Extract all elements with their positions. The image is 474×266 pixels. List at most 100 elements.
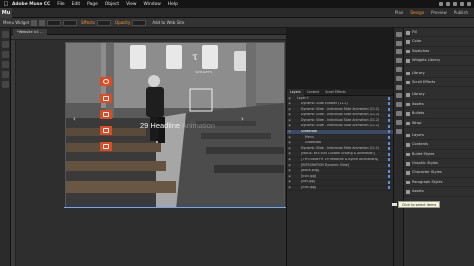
wrap-icon[interactable]	[396, 110, 402, 116]
rectangle-tool-icon[interactable]	[2, 61, 9, 68]
slides-icon[interactable]	[100, 142, 112, 151]
visibility-eye-icon[interactable]: ◉	[287, 174, 292, 179]
widgets-icon[interactable]	[396, 58, 402, 64]
menu-app-name[interactable]: Adobe Muse CC	[12, 2, 50, 7]
swatches-icon[interactable]	[396, 49, 402, 55]
menu-window[interactable]: Window	[144, 2, 161, 7]
menu-help[interactable]: Help	[168, 2, 178, 7]
visibility-eye-icon[interactable]: ◉	[287, 180, 292, 185]
layer-color-swatch	[388, 158, 390, 162]
dock-item[interactable]: Paragraph Styles	[404, 178, 474, 188]
tab-content[interactable]: Content	[304, 89, 323, 96]
dock-item[interactable]: Library	[404, 90, 474, 100]
visibility-eye-icon[interactable]: ◉	[287, 118, 292, 123]
dock-item[interactable]: Widgets Library	[404, 56, 474, 66]
gallery-icon[interactable]	[100, 110, 112, 119]
power-icon[interactable]	[100, 77, 112, 86]
visibility-eye-icon[interactable]: ◉	[287, 141, 292, 146]
opacity-field[interactable]	[132, 19, 147, 26]
assets-icon[interactable]	[396, 93, 402, 99]
visibility-eye-icon[interactable]: ◉	[287, 169, 292, 174]
next-arrow-icon[interactable]: ›	[241, 115, 244, 123]
layers-icon[interactable]	[396, 119, 402, 125]
dock-item[interactable]: Contents	[404, 140, 474, 150]
dock-item[interactable]: Wrap	[404, 119, 474, 128]
layer-row[interactable]: ◉ [icon.jpg]	[287, 186, 393, 192]
workspace-design[interactable]: Design	[410, 10, 424, 15]
workspace-preview[interactable]: Preview	[431, 10, 447, 15]
visibility-eye-icon[interactable]: ◉	[287, 113, 292, 118]
menu-view[interactable]: View	[126, 2, 136, 7]
visibility-eye-icon[interactable]: ◉	[287, 130, 292, 135]
layer-name: [icon.jpg]	[301, 185, 317, 190]
workspace-publish[interactable]: Publish	[454, 10, 468, 15]
dock-item[interactable]: Color	[404, 37, 474, 47]
visibility-eye-icon[interactable]: ◉	[287, 158, 292, 163]
tab-layers[interactable]: Layers	[287, 88, 304, 96]
library-icon[interactable]	[396, 84, 402, 90]
horizontal-ruler[interactable]	[11, 35, 286, 40]
status-icon[interactable]	[439, 2, 443, 6]
visibility-eye-icon[interactable]: ◉	[287, 152, 292, 157]
visibility-eye-icon[interactable]: ◉	[287, 102, 292, 107]
image-icon[interactable]	[100, 94, 112, 103]
dock-item[interactable]: Layers	[404, 131, 474, 141]
edit-link[interactable]: Add to Web Site	[152, 20, 184, 25]
menu-file[interactable]: File	[57, 2, 64, 7]
dock-item[interactable]: Assets	[404, 100, 474, 110]
hand-tool-icon[interactable]	[2, 71, 9, 78]
fill-icon[interactable]	[39, 19, 46, 26]
visibility-eye-icon[interactable]: ◉	[287, 146, 292, 151]
list-icon[interactable]	[467, 2, 471, 6]
dock-item[interactable]: Bullets	[404, 109, 474, 119]
fill-icon[interactable]	[396, 31, 402, 37]
prev-arrow-icon[interactable]: ‹	[73, 115, 76, 123]
menu-object[interactable]: Object	[105, 2, 119, 7]
search-icon[interactable]	[460, 2, 464, 6]
menu-page[interactable]: Page	[87, 2, 98, 7]
dock-item[interactable]: Character Styles	[404, 168, 474, 178]
dock-item[interactable]: Scroll Effects	[404, 78, 474, 88]
layer-name: Menu	[305, 135, 314, 139]
scroll-effects-icon[interactable]	[396, 75, 402, 81]
dock-item[interactable]: Fill	[404, 28, 474, 38]
visibility-eye-icon[interactable]: ◉	[287, 163, 292, 168]
zoom-tool-icon[interactable]	[2, 81, 9, 88]
workspace-plan[interactable]: Plan	[395, 10, 404, 15]
effects-field[interactable]	[96, 19, 111, 26]
color-icon[interactable]	[396, 40, 402, 46]
menu-edit[interactable]: Edit	[72, 2, 81, 7]
dock-item[interactable]: Library	[404, 69, 474, 78]
library-icon[interactable]	[396, 66, 402, 72]
tab-scroll-effects[interactable]: Scroll Effects	[322, 89, 349, 96]
photo-icon[interactable]	[100, 126, 112, 135]
layer-color-swatch	[388, 130, 390, 134]
visibility-eye-icon[interactable]: ◉	[287, 135, 292, 140]
crop-tool-icon[interactable]	[2, 41, 9, 48]
status-icon[interactable]	[446, 2, 450, 6]
effects-link[interactable]: Effects	[81, 20, 95, 25]
dock-item[interactable]: Assets	[404, 187, 474, 197]
layer-name: Slideshow	[301, 129, 318, 134]
opacity-link[interactable]: Opacity	[115, 20, 130, 25]
layer-color-swatch	[388, 175, 390, 179]
dock-item[interactable]: Bullet Styles	[404, 150, 474, 160]
dock-item[interactable]: Graphic Styles	[404, 159, 474, 169]
vertical-ruler[interactable]	[11, 40, 16, 266]
visibility-eye-icon[interactable]: ◉	[287, 107, 292, 112]
align-icon[interactable]	[31, 19, 38, 26]
apple-icon[interactable]: 	[0, 1, 12, 7]
status-icon[interactable]	[453, 2, 457, 6]
visibility-eye-icon[interactable]: ◉	[287, 186, 292, 191]
bullets-icon[interactable]	[396, 102, 402, 108]
size-field[interactable]	[63, 19, 78, 26]
dock-item[interactable]: Swatches	[404, 47, 474, 57]
contents-icon[interactable]	[396, 128, 402, 134]
stroke-field[interactable]	[47, 19, 62, 26]
visibility-eye-icon[interactable]: ◉	[287, 96, 292, 101]
selection-guide	[64, 207, 286, 208]
selection-tool-icon[interactable]	[2, 31, 9, 38]
layer-name: Dynamic Slide - Individual Slide Animati…	[301, 112, 380, 117]
visibility-eye-icon[interactable]: ◉	[287, 124, 292, 129]
text-tool-icon[interactable]	[2, 51, 9, 58]
